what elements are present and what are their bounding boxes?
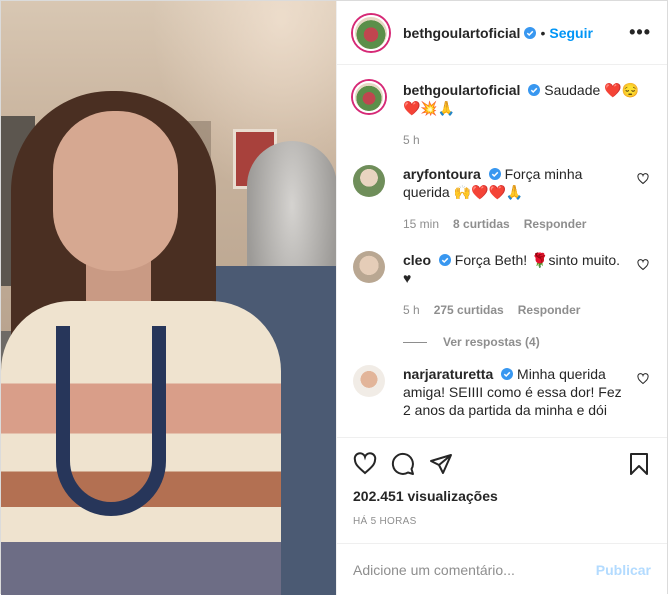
more-icon[interactable]: ••• — [629, 22, 651, 43]
reply-button[interactable]: Responder — [518, 301, 581, 319]
comment-likes[interactable]: 8 curtidas — [453, 215, 510, 233]
reply-button[interactable]: Responder — [524, 215, 587, 233]
comment-item: narjaraturetta Minha querida amiga! SEII… — [353, 365, 651, 419]
verified-badge-icon — [438, 254, 451, 266]
post-timestamp[interactable]: HÁ 5 HORAS — [353, 516, 651, 527]
comment-item: cleo Força Beth! 🌹sinto muito. ♥ 5 h 275… — [353, 251, 651, 319]
bookmark-icon[interactable] — [627, 452, 651, 476]
views-count[interactable]: 202.451 visualizações — [353, 488, 651, 504]
media-person-face — [53, 111, 178, 271]
replies-divider — [403, 341, 427, 343]
separator-dot: • — [540, 24, 546, 41]
comment-time: 5 h — [403, 303, 420, 317]
comment-avatar[interactable] — [353, 365, 385, 397]
comment-username[interactable]: aryfontoura — [403, 166, 481, 182]
media-person-necklace — [56, 326, 166, 516]
publish-button[interactable]: Publicar — [596, 562, 651, 578]
small-heart-icon[interactable] — [637, 373, 649, 385]
post-actions: 202.451 visualizações HÁ 5 HORAS — [337, 437, 667, 527]
caption-username[interactable]: bethgoulartoficial — [403, 82, 520, 98]
caption-time: 5 h — [403, 133, 420, 147]
heart-icon[interactable] — [353, 452, 377, 476]
avatar[interactable] — [353, 14, 389, 51]
post-header: bethgoulartoficial • Seguir ••• — [337, 1, 667, 65]
comments-list[interactable]: bethgoulartoficial Saudade ❤️😔 ❤️💥🙏 5 h … — [337, 65, 667, 437]
comment-avatar[interactable] — [353, 251, 385, 283]
header-username[interactable]: bethgoulartoficial — [403, 25, 520, 41]
verified-badge-icon — [488, 168, 501, 180]
comment-item: aryfontoura Força minha querida 🙌❤️❤️🙏 1… — [353, 165, 651, 233]
verified-badge-icon — [501, 368, 514, 380]
verified-badge-icon — [524, 26, 537, 39]
add-comment-bar: Publicar — [337, 543, 667, 595]
caption: bethgoulartoficial Saudade ❤️😔 ❤️💥🙏 5 h — [353, 81, 651, 149]
comment-icon[interactable] — [391, 452, 415, 476]
verified-badge-icon — [528, 84, 541, 96]
caption-avatar[interactable] — [353, 81, 385, 113]
small-heart-icon[interactable] — [637, 173, 649, 185]
post-side-panel: bethgoulartoficial • Seguir ••• bethgoul… — [336, 1, 667, 595]
comment-likes[interactable]: 275 curtidas — [434, 301, 504, 319]
view-replies-button[interactable]: Ver respostas (4) — [403, 335, 651, 349]
comment-time: 15 min — [403, 217, 440, 231]
video-media[interactable] — [1, 1, 336, 595]
share-icon[interactable] — [429, 452, 453, 476]
comment-username[interactable]: cleo — [403, 252, 431, 268]
follow-button[interactable]: Seguir — [549, 25, 593, 41]
instagram-post: bethgoulartoficial • Seguir ••• bethgoul… — [0, 0, 668, 595]
comment-username[interactable]: narjaraturetta — [403, 366, 493, 382]
view-replies-label: Ver respostas (4) — [443, 335, 540, 349]
comment-avatar[interactable] — [353, 165, 385, 197]
comment-input[interactable] — [353, 561, 596, 578]
small-heart-icon[interactable] — [637, 259, 649, 271]
comment-text: Força Beth! 🌹sinto muito. ♥ — [403, 252, 621, 286]
action-icons — [353, 444, 651, 484]
